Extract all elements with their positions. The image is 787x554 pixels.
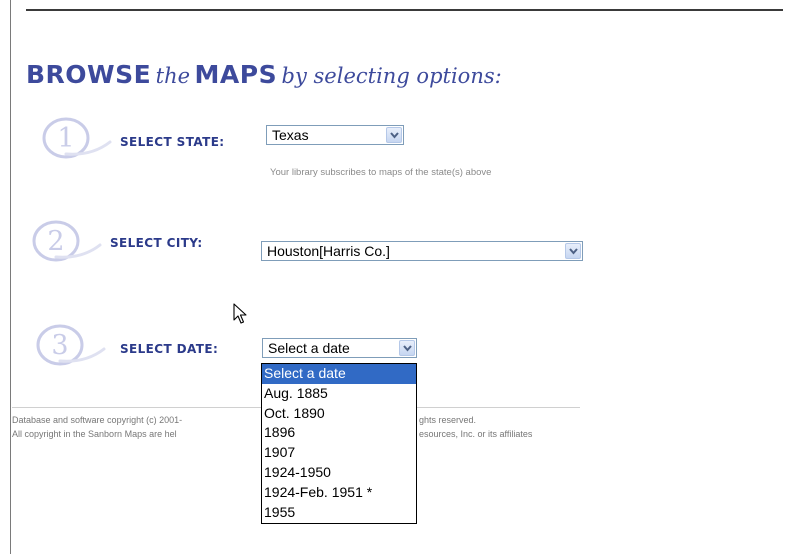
heading-maps: MAPS [194, 60, 278, 89]
mouse-cursor-icon [233, 303, 247, 324]
date-select-value: Select a date [268, 340, 350, 356]
state-hint: Your library subscribes to maps of the s… [270, 167, 492, 178]
date-option[interactable]: Aug. 1885 [262, 384, 416, 404]
left-border [10, 0, 11, 554]
city-select[interactable]: Houston[Harris Co.] [261, 241, 583, 261]
footer-line-1: Database and software copyright (c) 2001… [12, 415, 476, 425]
date-option[interactable]: 1907 [262, 443, 416, 463]
step-2-badge-icon: 2 [32, 220, 102, 262]
date-option[interactable]: 1924-1950 [262, 463, 416, 483]
date-option[interactable]: 1955 [262, 503, 416, 523]
top-divider [26, 9, 783, 11]
select-date-label: SELECT DATE: [120, 342, 219, 356]
date-option[interactable]: 1924-Feb. 1951 * [262, 483, 416, 503]
date-option[interactable]: 1896 [262, 423, 416, 443]
date-option[interactable]: Select a date [262, 364, 416, 384]
select-state-label: SELECT STATE: [120, 135, 225, 149]
state-select-value: Texas [272, 127, 309, 143]
footer-line-2: All copyright in the Sanborn Maps are he… [12, 429, 532, 439]
step-1-badge-icon: 1 [42, 117, 112, 159]
footer-line-1-left: Database and software copyright (c) 2001… [12, 415, 183, 425]
select-city-label: SELECT CITY: [110, 236, 203, 250]
step-3-badge-icon: 3 [36, 324, 106, 366]
chevron-down-icon[interactable] [386, 127, 402, 143]
chevron-down-icon[interactable] [399, 340, 415, 356]
date-option[interactable]: Oct. 1890 [262, 404, 416, 424]
svg-text:3: 3 [51, 330, 68, 361]
date-select[interactable]: Select a date [262, 338, 417, 358]
heading-the: the [155, 64, 191, 88]
heading-by-selecting: by selecting options: [281, 64, 502, 88]
date-dropdown-list[interactable]: Select a date Aug. 1885 Oct. 1890 1896 1… [261, 363, 417, 524]
footer-line-2-left: All copyright in the Sanborn Maps are he… [12, 429, 177, 439]
footer-line-2-right: esources, Inc. or its affiliates [419, 429, 533, 439]
svg-text:1: 1 [57, 123, 74, 154]
footer-line-1-right: ghts reserved. [419, 415, 477, 425]
state-select[interactable]: Texas [266, 125, 404, 145]
svg-text:2: 2 [47, 226, 64, 257]
chevron-down-icon[interactable] [565, 243, 581, 259]
heading-browse: BROWSE [26, 60, 152, 89]
city-select-value: Houston[Harris Co.] [267, 243, 390, 259]
page-heading: BROWSE the MAPS by selecting options: [26, 60, 502, 89]
